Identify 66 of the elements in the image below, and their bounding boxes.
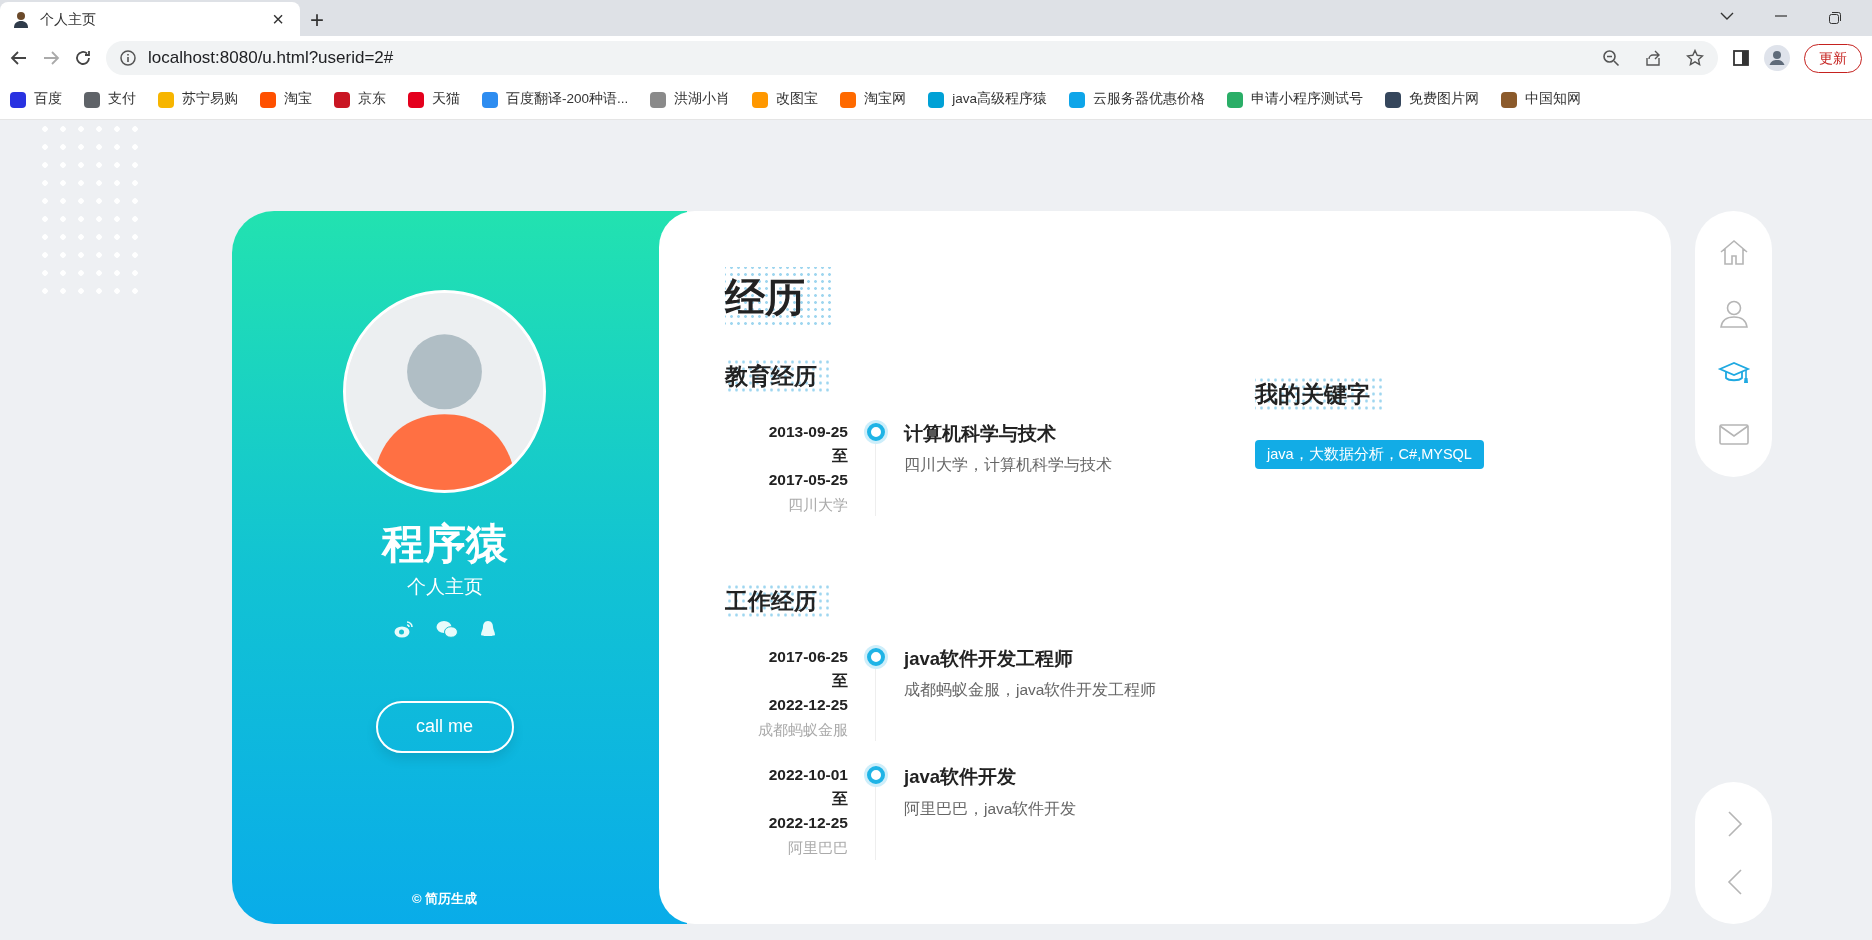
chat-bubbles-icon[interactable] xyxy=(435,619,458,638)
reload-icon[interactable] xyxy=(74,49,92,67)
close-tab-button[interactable]: × xyxy=(268,9,288,29)
page-heading: 经历 xyxy=(725,267,833,327)
organization-text: 成都蚂蚁金服 xyxy=(757,720,848,740)
bookmark-link[interactable]: 改图宝 xyxy=(752,89,819,110)
entry-title: java软件开发工程师 xyxy=(904,646,1074,671)
forward-icon[interactable] xyxy=(42,49,60,67)
bookmark-link[interactable]: 淘宝 xyxy=(260,89,312,110)
timeline-dot xyxy=(867,422,885,441)
bookmark-link[interactable]: 天猫 xyxy=(408,89,460,110)
section-heading: 我的关键字 xyxy=(1255,377,1384,412)
timeline-dot xyxy=(867,766,885,785)
entry-title: java软件开发 xyxy=(904,765,1017,790)
tab-title: 个人主页 xyxy=(40,9,96,29)
browser-tab[interactable]: 个人主页 × xyxy=(0,2,300,36)
bookmark-link[interactable]: 支付 xyxy=(84,89,136,110)
date-text: 2017-05-25 xyxy=(767,469,848,490)
timeline-dot xyxy=(867,647,885,666)
update-button[interactable]: 更新 xyxy=(1804,43,1862,73)
bookmark-link[interactable]: 百度翻译-200种语... xyxy=(482,89,629,110)
date-text: 2022-10-01 xyxy=(767,765,848,786)
bookmark-link[interactable]: java高级程序猿 xyxy=(928,89,1048,110)
restore-icon[interactable] xyxy=(1828,11,1842,25)
address-field[interactable]: localhost:8080/u.html?userid=2# xyxy=(106,41,1718,75)
bookmark-link[interactable]: 免费图片网 xyxy=(1385,89,1480,110)
date-text: 2017-06-25 xyxy=(767,646,848,667)
organization-text: 四川大学 xyxy=(787,495,848,515)
info-icon[interactable] xyxy=(120,50,136,66)
keyword-tag: java，大数据分析，C#,MYSQL xyxy=(1255,439,1484,470)
entry-description: 成都蚂蚁金服，java软件开发工程师 xyxy=(904,680,1157,701)
entry-description: 四川大学，计算机科学与技术 xyxy=(904,455,1112,476)
bookmark-link[interactable]: 淘宝网 xyxy=(840,89,907,110)
bookmark-link[interactable]: 京东 xyxy=(334,89,386,110)
star-icon[interactable] xyxy=(1686,49,1704,67)
bookmark-link[interactable]: 百度 xyxy=(10,89,62,110)
new-tab-button[interactable]: + xyxy=(300,8,334,36)
date-separator: 至 xyxy=(831,670,848,691)
entry-title: 计算机科学与技术 xyxy=(904,421,1057,446)
date-separator: 至 xyxy=(831,789,848,810)
swirl-icon[interactable] xyxy=(393,619,414,638)
chevron-down-icon[interactable] xyxy=(1720,11,1734,21)
section-heading: 教育经历 xyxy=(725,359,831,394)
date-separator: 至 xyxy=(831,445,848,466)
date-text: 2022-12-25 xyxy=(767,813,848,834)
avatar-icon xyxy=(12,10,30,28)
section-heading: 工作经历 xyxy=(725,584,831,619)
profile-name: 程序猿 xyxy=(381,519,508,569)
penguin-icon[interactable] xyxy=(479,619,496,639)
bookmark-link[interactable]: 申请小程序测试号 xyxy=(1227,89,1364,110)
footer-text: © 简历生成 xyxy=(411,889,478,908)
bookmark-link[interactable]: 苏宁易购 xyxy=(158,89,238,110)
side-panel-icon[interactable] xyxy=(1732,49,1750,67)
zoom-out-icon[interactable] xyxy=(1602,49,1620,67)
bookmark-link[interactable]: 洪湖小肖 xyxy=(650,89,731,110)
date-text: 2022-12-25 xyxy=(767,694,848,715)
profile-icon[interactable] xyxy=(1764,45,1790,71)
bookmark-link[interactable]: 云服务器优惠价格 xyxy=(1069,89,1206,110)
back-icon[interactable] xyxy=(10,49,28,67)
profile-subtitle: 个人主页 xyxy=(406,575,483,600)
entry-description: 阿里巴巴，java软件开发 xyxy=(904,798,1077,819)
organization-text: 阿里巴巴 xyxy=(787,839,848,859)
date-text: 2013-09-25 xyxy=(767,421,848,442)
url-text: localhost:8080/u.html?userid=2# xyxy=(148,47,394,70)
share-icon[interactable] xyxy=(1644,49,1662,67)
bookmark-link[interactable]: 中国知网 xyxy=(1501,89,1582,110)
